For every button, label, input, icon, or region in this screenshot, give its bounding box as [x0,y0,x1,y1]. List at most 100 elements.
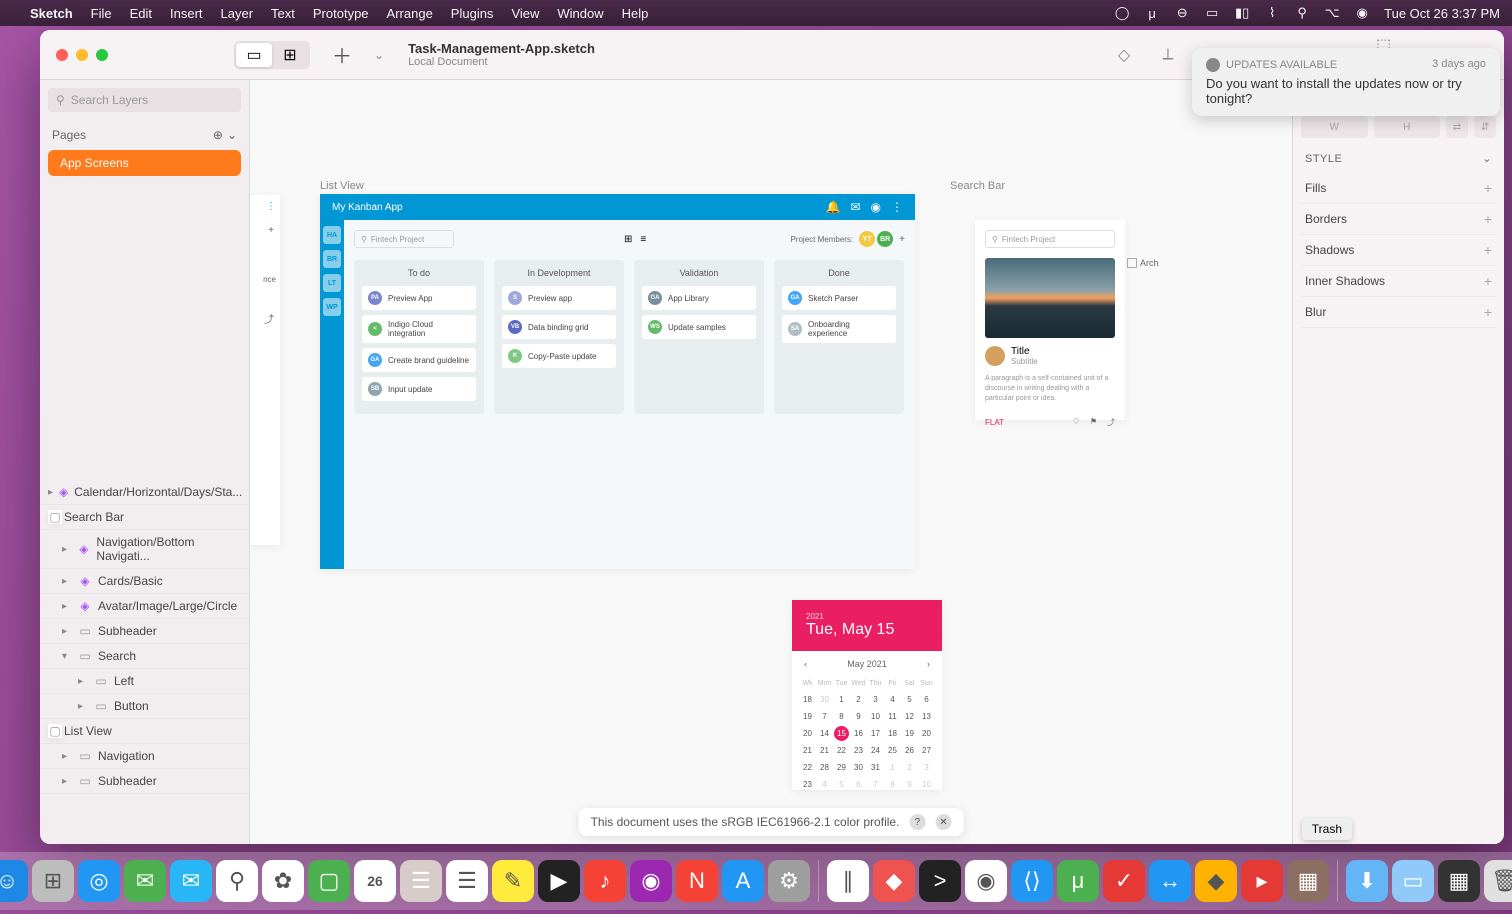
donotdisturb-icon[interactable]: ⊖ [1174,5,1190,21]
menu-plugins[interactable]: Plugins [451,6,494,21]
disclosure-icon[interactable]: ▸ [62,576,72,587]
disclosure-icon[interactable]: ▸ [62,601,72,612]
utorrent-icon[interactable]: μ [1144,5,1160,21]
layer-row[interactable]: ▸◈Cards/Basic [40,569,249,594]
dock-trash[interactable]: 🗑 [1484,860,1512,902]
wifi-icon[interactable]: ⌇ [1264,5,1280,21]
dock-contacts[interactable]: ☰ [400,860,442,902]
banner-help-button[interactable]: ? [909,814,925,830]
style-section[interactable]: Inner Shadows+ [1301,266,1496,297]
layer-row[interactable]: ▸▭Button [40,694,249,719]
disclosure-icon[interactable]: ▸ [62,626,72,637]
menu-window[interactable]: Window [557,6,603,21]
flip-v-icon[interactable]: ⇵ [1474,116,1496,138]
dock-news[interactable]: N [676,860,718,902]
battery-icon[interactable]: ▮▯ [1234,5,1250,21]
dock-safari[interactable]: ◎ [78,860,120,902]
dock-parallels[interactable]: ∥ [827,860,869,902]
flip-h-icon[interactable]: ⇄ [1446,116,1468,138]
dock-music[interactable]: ♪ [584,860,626,902]
canvas[interactable]: ⋮ + nce ⤴ List View My Kanban App 🔔 ✉ ◉ … [250,80,1292,844]
menu-view[interactable]: View [511,6,539,21]
disclosure-icon[interactable]: ▸ [48,487,53,498]
symbol-icon[interactable]: ◇ [1112,43,1136,67]
menu-prototype[interactable]: Prototype [313,6,369,21]
dock-facetime[interactable]: ▢ [308,860,350,902]
minimize-button[interactable] [76,49,88,61]
creativecloud-icon[interactable]: ◯ [1114,5,1130,21]
layer-row[interactable]: ▸◈Calendar/Horizontal/Days/Sta... [40,480,249,505]
style-section[interactable]: Shadows+ [1301,235,1496,266]
menu-arrange[interactable]: Arrange [387,6,433,21]
menu-layer[interactable]: Layer [221,6,254,21]
dock-chrome[interactable]: ◉ [965,860,1007,902]
banner-close-button[interactable]: ✕ [935,814,951,830]
artboard-label-listview[interactable]: List View [320,180,364,192]
dock-downloads[interactable]: ⬇ [1346,860,1388,902]
add-button[interactable]: + [1484,304,1492,320]
dock-app2[interactable]: ▦ [1287,860,1329,902]
siri-icon[interactable]: ◉ [1354,5,1370,21]
dock-maps[interactable]: ⚲ [216,860,258,902]
layer-row[interactable]: ▾▢Search Bar [40,505,249,530]
disclosure-icon[interactable]: ▸ [62,776,72,787]
dock-terminal[interactable]: > [919,860,961,902]
disclosure-icon[interactable]: ▸ [62,751,72,762]
dock-podcasts[interactable]: ◉ [630,860,672,902]
dock-appstore[interactable]: A [722,860,764,902]
collapse-pages-button[interactable]: ⌄ [227,128,237,142]
style-section[interactable]: Blur+ [1301,297,1496,328]
dock-settings[interactable]: ⚙ [768,860,810,902]
layer-row[interactable]: ▸▭Subheader [40,619,249,644]
menubar-clock[interactable]: Tue Oct 26 3:37 PM [1384,6,1500,21]
style-collapse-icon[interactable]: ⌄ [1482,152,1492,165]
disclosure-icon[interactable]: ▸ [78,676,88,687]
add-button[interactable]: + [1484,211,1492,227]
dock-teamviewer[interactable]: ↔ [1149,860,1191,902]
style-section[interactable]: Fills+ [1301,173,1496,204]
add-page-button[interactable]: ⊕ [213,128,223,142]
dock-calendar[interactable]: 26 [354,860,396,902]
components-view-button[interactable]: ⊞ [272,43,308,67]
layer-row[interactable]: ▾▢List View [40,719,249,744]
dock-notes[interactable]: ✎ [492,860,534,902]
artboard-label-searchbar[interactable]: Search Bar [950,180,1005,192]
style-section[interactable]: Borders+ [1301,204,1496,235]
fullscreen-button[interactable] [96,49,108,61]
dock-finder[interactable]: ☺ [0,860,28,902]
add-button[interactable]: + [1484,242,1492,258]
dock-app1[interactable]: ▸ [1241,860,1283,902]
dock-utorrent[interactable]: μ [1057,860,1099,902]
menu-edit[interactable]: Edit [130,6,152,21]
menu-file[interactable]: File [91,6,112,21]
spotlight-icon[interactable]: ⚲ [1294,5,1310,21]
add-button[interactable]: + [1484,273,1492,289]
insert-button[interactable]: ＋ [326,39,358,71]
dock-launchpad[interactable]: ⊞ [32,860,74,902]
notification[interactable]: UPDATES AVAILABLE 3 days ago Do you want… [1192,48,1500,116]
disclosure-icon[interactable]: ▸ [78,701,88,712]
dock-todoist[interactable]: ✓ [1103,860,1145,902]
disclosure-icon[interactable]: ▸ [62,544,71,555]
partial-artboard[interactable]: ⋮ + nce ⤴ [250,195,280,545]
dock-photos[interactable]: ✿ [262,860,304,902]
layer-row[interactable]: ▾▭Search [40,644,249,669]
dock-mail[interactable]: ✉ [170,860,212,902]
layer-row[interactable]: ▸▭Navigation [40,744,249,769]
dock-app3[interactable]: ▦ [1438,860,1480,902]
layer-row[interactable]: ▸◈Avatar/Image/Large/Circle [40,594,249,619]
calendar-artboard[interactable]: 2021 Tue, May 15 ‹ May 2021 › WkMonTueWe… [792,600,942,790]
searchbar-artboard[interactable]: ⚲ Fintech Project Title Subtitle A parag… [975,220,1125,420]
app-menu[interactable]: Sketch [30,6,73,21]
w-field[interactable]: W [1301,116,1368,138]
menu-help[interactable]: Help [622,6,649,21]
layer-row[interactable]: ▸▭Subheader [40,769,249,794]
h-field[interactable]: H [1374,116,1441,138]
add-button[interactable]: + [1484,180,1492,196]
menu-insert[interactable]: Insert [170,6,203,21]
layers-view-button[interactable]: ▭ [236,43,272,67]
layer-row[interactable]: ▸◈Navigation/Bottom Navigati... [40,530,249,569]
dock-vscode[interactable]: ⟨⟩ [1011,860,1053,902]
dock-folder[interactable]: ▭ [1392,860,1434,902]
search-layers-input[interactable]: ⚲ Search Layers [48,88,241,112]
